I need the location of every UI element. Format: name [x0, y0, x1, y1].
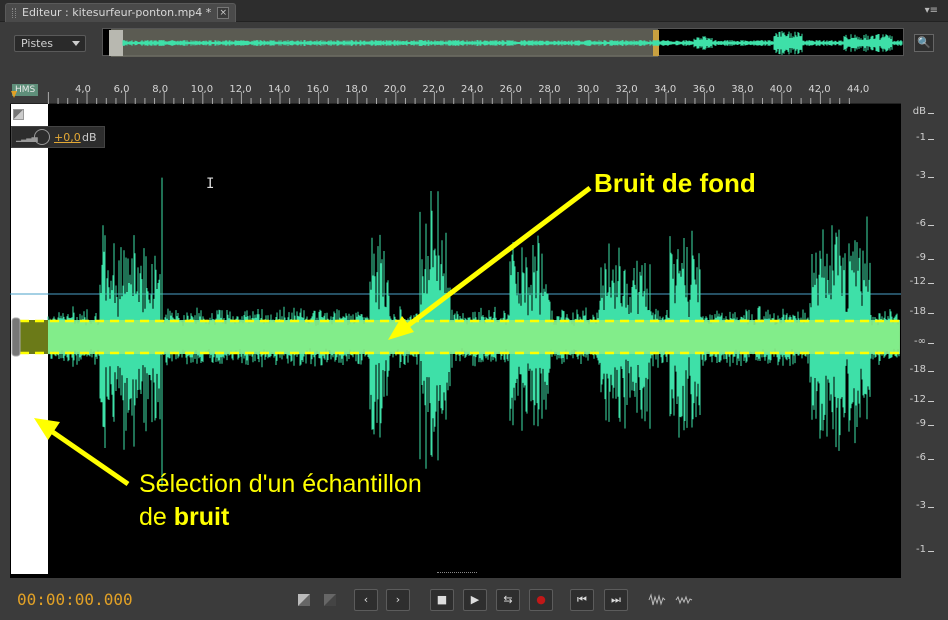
timeline-ruler[interactable]: HMS 4,0 6,0 8,0 10,0 12,0 14,0 16,0 18,0 20,0 22,…	[10, 78, 901, 104]
db-scale-label: -1	[916, 132, 926, 143]
play-button[interactable]: ▶	[463, 589, 487, 611]
volume-knob-icon[interactable]	[34, 129, 50, 145]
annotation-selection: Sélection d'un échantillon de bruit	[139, 468, 422, 534]
transport-bar: 00:00:00.000 ‹ › ■ ▶ ⇆ ● ⏮ ⏭	[0, 580, 948, 620]
db-scale-tick	[928, 401, 934, 402]
db-scale-label: -6	[916, 218, 926, 229]
db-scale-tick	[928, 371, 934, 372]
panel-menu-icon[interactable]: ▾≡	[925, 5, 938, 16]
db-scale-label: -3	[916, 500, 926, 511]
zoom-in-amplitude-icon[interactable]	[645, 589, 669, 611]
db-scale-label: dB	[912, 106, 926, 117]
channel-toggle-icon[interactable]	[13, 109, 24, 120]
overview-left-handle[interactable]	[109, 30, 123, 56]
close-tab-icon[interactable]: ×	[217, 7, 230, 19]
db-scale-tick	[928, 313, 934, 314]
annotation-selection-line1: Sélection d'un échantillon	[139, 470, 422, 498]
selection-arrow-line	[42, 423, 130, 487]
record-button[interactable]: ●	[529, 589, 553, 611]
db-scale-label: -1	[916, 544, 926, 555]
overview-bar: Pistes 🔍	[0, 22, 948, 66]
zoom-out-amplitude-icon[interactable]	[672, 589, 696, 611]
playhead-marker-icon[interactable]	[11, 91, 17, 98]
stop-button[interactable]: ■	[430, 589, 454, 611]
text-cursor-icon: I	[206, 176, 214, 192]
go-to-end-button[interactable]: ⏭	[604, 589, 628, 611]
next-marker-button[interactable]: ›	[386, 589, 410, 611]
overview-waveform[interactable]	[102, 28, 904, 57]
select-tool-icon[interactable]	[292, 589, 316, 611]
editor-tab[interactable]: Editeur : kitesurfeur-ponton.mp4 * ×	[5, 3, 237, 22]
db-scale-label: -9	[916, 252, 926, 263]
annotation-selection-prefix: de	[139, 503, 174, 531]
annotation-selection-bold: bruit	[173, 503, 230, 531]
zoom-icon[interactable]: 🔍	[914, 34, 934, 52]
db-scale-tick	[928, 343, 934, 344]
volume-unit: dB	[82, 131, 97, 144]
chevron-down-icon	[72, 41, 80, 46]
db-scale-tick	[928, 425, 934, 426]
tracks-dropdown[interactable]: Pistes	[14, 35, 86, 52]
overview-waveform-svg	[109, 29, 903, 57]
annotation-selection-line2: de bruit	[139, 501, 422, 534]
loop-button[interactable]: ⇆	[496, 589, 520, 611]
db-scale-tick	[928, 177, 934, 178]
db-scale-tick	[928, 459, 934, 460]
db-scale-label: -18	[909, 306, 926, 317]
noise-floor-band	[48, 320, 900, 354]
db-scale-tick	[928, 225, 934, 226]
hud-volume-control[interactable]: ▁▂▃▄ +0,0 dB	[11, 126, 105, 148]
db-scale-tick	[928, 551, 934, 552]
db-scale-label: -9	[916, 418, 926, 429]
timecode-display[interactable]: 00:00:00.000	[17, 590, 133, 609]
db-scale-label: -12	[909, 394, 926, 405]
noise-sample-band	[20, 320, 48, 354]
noise-arrow-line	[400, 186, 592, 332]
editor-tab-title: Editeur : kitesurfeur-ponton.mp4 *	[22, 6, 212, 19]
db-scale-label: -∞	[914, 336, 926, 347]
audition-editor-window: Editeur : kitesurfeur-ponton.mp4 * × ▾≡ …	[0, 0, 948, 620]
annotation-noise: Bruit de fond	[594, 168, 756, 198]
selection-handle[interactable]	[11, 317, 21, 357]
select-tool-alt-icon[interactable]	[318, 589, 342, 611]
previous-marker-button[interactable]: ‹	[354, 589, 378, 611]
db-scale-tick	[928, 113, 934, 114]
db-scale-tick	[928, 507, 934, 508]
db-scale: dB -1 -3 -6 -9 -12 -18 -∞ -18 -12 -9 -6 -3 -1	[901, 104, 948, 578]
editor-tab-bar: Editeur : kitesurfeur-ponton.mp4 * × ▾≡	[0, 0, 948, 22]
ruler-tick-marks	[11, 91, 850, 104]
volume-value[interactable]: +0,0	[54, 131, 81, 144]
db-scale-label: -12	[909, 276, 926, 287]
db-scale-tick	[928, 283, 934, 284]
db-scale-label: -18	[909, 364, 926, 375]
tab-grip-icon[interactable]	[12, 8, 16, 18]
tracks-dropdown-value: Pistes	[21, 37, 53, 50]
db-scale-label: -6	[916, 452, 926, 463]
db-scale-label: -3	[916, 170, 926, 181]
resize-grip-icon[interactable]	[437, 572, 477, 576]
db-scale-tick	[928, 139, 934, 140]
go-to-start-button[interactable]: ⏮	[570, 589, 594, 611]
db-scale-tick	[928, 259, 934, 260]
